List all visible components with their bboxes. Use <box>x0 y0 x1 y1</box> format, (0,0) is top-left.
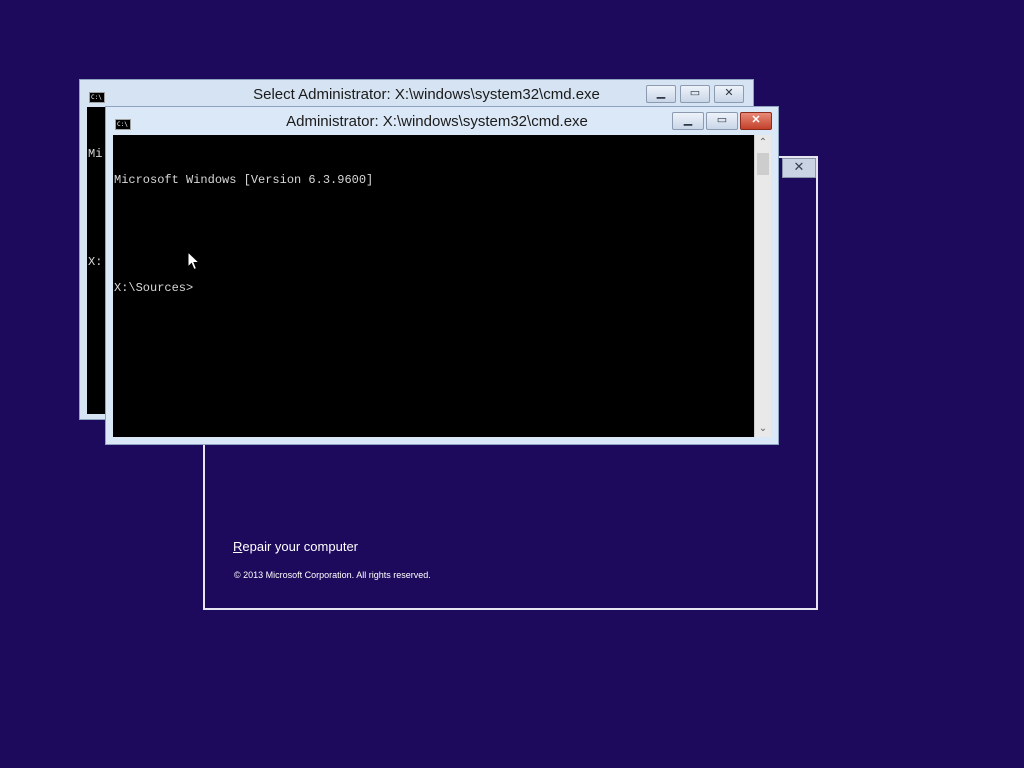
console-line-version: Microsoft Windows [Version 6.3.9600] <box>114 173 374 187</box>
minimize-icon: ▁ <box>683 114 693 126</box>
back-maximize-button[interactable]: ▭ <box>680 85 710 103</box>
repair-link-accelerator: R <box>233 539 243 554</box>
copyright-text: © 2013 Microsoft Corporation. All rights… <box>234 570 431 580</box>
close-icon: ✕ <box>751 114 761 126</box>
close-icon: ✕ <box>724 87 734 99</box>
chevron-up-icon: ⌃ <box>758 137 768 148</box>
front-cmd-window[interactable]: C:\ Administrator: X:\windows\system32\c… <box>105 106 779 445</box>
back-window-titlebar[interactable]: C:\ Select Administrator: X:\windows\sys… <box>80 80 753 108</box>
maximize-icon: ▭ <box>716 114 728 126</box>
repair-link-label: epair your computer <box>242 539 359 554</box>
front-console[interactable]: Microsoft Windows [Version 6.3.9600] X:\… <box>113 135 755 437</box>
front-minimize-button[interactable]: ▁ <box>672 112 704 130</box>
setup-close-button[interactable]: ✕ <box>782 158 816 178</box>
back-minimize-button[interactable]: ▁ <box>646 85 676 103</box>
front-window-titlebar[interactable]: C:\ Administrator: X:\windows\system32\c… <box>106 107 778 135</box>
scroll-down-button[interactable]: ⌄ <box>755 421 771 437</box>
repair-your-computer-link[interactable]: Repair your computer <box>233 539 358 554</box>
console-line-prompt: X:\Sources> <box>114 281 194 295</box>
mouse-cursor-icon <box>187 251 201 271</box>
close-icon: ✕ <box>793 160 805 175</box>
front-close-button[interactable]: ✕ <box>740 112 772 130</box>
front-maximize-button[interactable]: ▭ <box>706 112 738 130</box>
console-scrollbar[interactable]: ⌃ ⌄ <box>754 135 771 437</box>
chevron-down-icon: ⌄ <box>758 423 768 434</box>
scroll-up-button[interactable]: ⌃ <box>755 135 771 151</box>
back-close-button[interactable]: ✕ <box>714 85 744 103</box>
maximize-icon: ▭ <box>689 87 701 99</box>
scroll-thumb[interactable] <box>757 153 769 175</box>
minimize-icon: ▁ <box>656 87 666 99</box>
